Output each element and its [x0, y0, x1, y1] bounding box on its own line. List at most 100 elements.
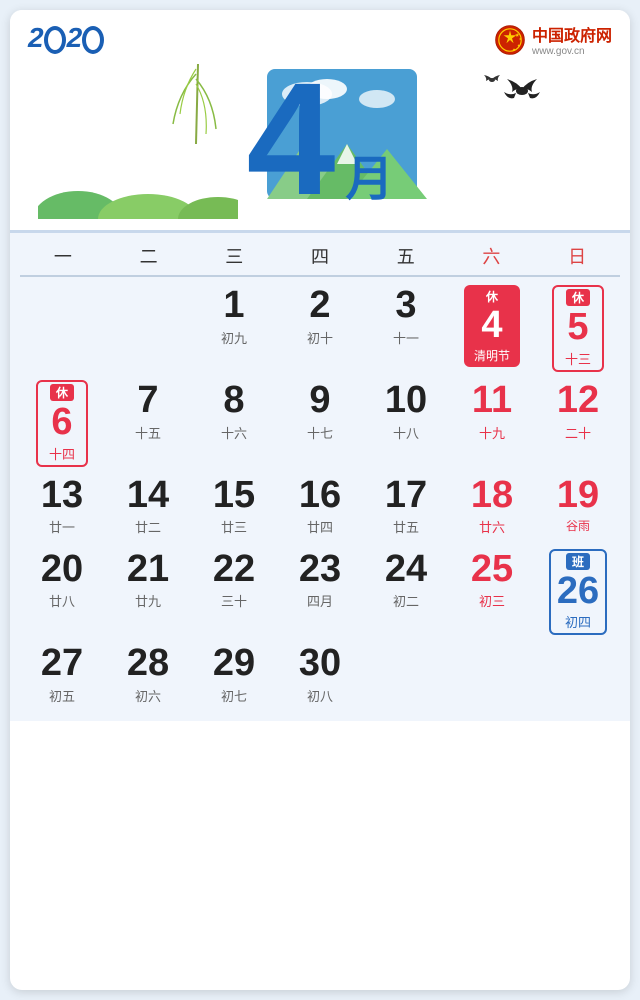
day-number-30: 30: [299, 643, 341, 685]
day-number-7: 7: [137, 380, 158, 422]
willow-decoration: [158, 64, 238, 169]
day-18[interactable]: 18 廿六: [450, 473, 534, 543]
festival-name-4: 清明节: [474, 347, 510, 364]
day-13[interactable]: 13 廿一: [20, 473, 104, 543]
red-box-5: 休 5 十三: [552, 285, 604, 372]
gov-emblem-icon: [494, 24, 526, 56]
holiday-badge-6: 休: [50, 384, 74, 401]
hills-decoration: [38, 164, 238, 224]
blue-box-26: 班 26 初四: [549, 549, 607, 636]
day-number-23: 23: [299, 549, 341, 591]
day-number-6: 6: [51, 402, 72, 444]
gov-url-text: www.gov.cn: [532, 46, 585, 57]
day-number-25: 25: [471, 549, 513, 591]
day-number-12: 12: [557, 380, 599, 422]
day-3[interactable]: 3 十一: [364, 283, 448, 374]
day-empty-end-3: [536, 641, 620, 711]
day-5[interactable]: 休 5 十三: [536, 283, 620, 374]
lunar-9: 十七: [307, 423, 333, 442]
lunar-7: 十五: [135, 423, 161, 442]
gov-text: 中国政府网 www.gov.cn: [532, 22, 612, 57]
day-empty-end-1: [364, 641, 448, 711]
lunar-1: 初九: [221, 328, 247, 347]
day-7[interactable]: 7 十五: [106, 378, 190, 469]
day-10[interactable]: 10 十八: [364, 378, 448, 469]
lunar-12: 二十: [565, 423, 591, 442]
swallow-icon: [472, 74, 552, 124]
day-1[interactable]: 1 初九: [192, 283, 276, 374]
day-number-9: 9: [309, 380, 330, 422]
day-number-20: 20: [41, 549, 83, 591]
day-number-27: 27: [41, 643, 83, 685]
lunar-21: 廿九: [135, 591, 161, 610]
day-12[interactable]: 12 二十: [536, 378, 620, 469]
lunar-25: 初三: [479, 591, 505, 610]
lunar-15: 廿三: [221, 517, 247, 536]
day-17[interactable]: 17 廿五: [364, 473, 448, 543]
day-number-22: 22: [213, 549, 255, 591]
day-number-2: 2: [309, 285, 330, 327]
lunar-26: 初四: [565, 612, 591, 631]
day-25[interactable]: 25 初三: [450, 547, 534, 638]
weekday-thu: 四: [277, 243, 363, 269]
header: 22 中国政府网 www.gov.cn: [10, 10, 630, 230]
weekday-mon: 一: [20, 243, 106, 269]
day-9[interactable]: 9 十七: [278, 378, 362, 469]
day-number-13: 13: [41, 475, 83, 517]
lunar-20: 廿八: [49, 591, 75, 610]
holiday-badge-4: 休: [486, 288, 498, 305]
day-19[interactable]: 19 谷雨: [536, 473, 620, 543]
weekday-tue: 二: [106, 243, 192, 269]
big-month-number: 4: [247, 59, 336, 219]
day-29[interactable]: 29 初七: [192, 641, 276, 711]
day-24[interactable]: 24 初二: [364, 547, 448, 638]
day-number-15: 15: [213, 475, 255, 517]
day-number-5: 5: [567, 307, 588, 349]
day-number-29: 29: [213, 643, 255, 685]
day-15[interactable]: 15 廿三: [192, 473, 276, 543]
lunar-29: 初七: [221, 686, 247, 705]
day-number-21: 21: [127, 549, 169, 591]
day-number-19: 19: [557, 475, 599, 517]
day-16[interactable]: 16 廿四: [278, 473, 362, 543]
day-6[interactable]: 休 6 十四: [20, 378, 104, 469]
qingming-cell: 休 4 清明节: [464, 285, 520, 367]
lunar-11: 十九: [479, 423, 505, 442]
day-empty-end-2: [450, 641, 534, 711]
day-20[interactable]: 20 廿八: [20, 547, 104, 638]
calendar-grid: 1 初九 2 初十 3 十一 休 4 清明节: [20, 283, 620, 711]
day-number-24: 24: [385, 549, 427, 591]
day-21[interactable]: 21 廿九: [106, 547, 190, 638]
lunar-22: 三十: [221, 591, 247, 610]
lunar-10: 十八: [393, 423, 419, 442]
day-number-8: 8: [223, 380, 244, 422]
day-23[interactable]: 23 四月: [278, 547, 362, 638]
day-26[interactable]: 班 26 初四: [536, 547, 620, 638]
day-4[interactable]: 休 4 清明节: [450, 283, 534, 374]
day-14[interactable]: 14 廿二: [106, 473, 190, 543]
lunar-14: 廿二: [135, 517, 161, 536]
weekday-wed: 三: [191, 243, 277, 269]
day-number-16: 16: [299, 475, 341, 517]
lunar-2: 初十: [307, 328, 333, 347]
day-number-11: 11: [472, 380, 512, 422]
lunar-27: 初五: [49, 686, 75, 705]
day-number-4: 4: [481, 305, 502, 347]
weekday-fri: 五: [363, 243, 449, 269]
day-8[interactable]: 8 十六: [192, 378, 276, 469]
day-30[interactable]: 30 初八: [278, 641, 362, 711]
lunar-5: 十三: [565, 349, 591, 368]
day-2[interactable]: 2 初十: [278, 283, 362, 374]
calendar-page: 22 中国政府网 www.gov.cn: [10, 10, 630, 990]
day-22[interactable]: 22 三十: [192, 547, 276, 638]
lunar-19: 谷雨: [566, 517, 590, 534]
month-display: 4 月: [28, 59, 612, 219]
lunar-23: 四月: [307, 591, 333, 610]
day-number-18: 18: [471, 475, 513, 517]
day-number-10: 10: [385, 380, 427, 422]
lunar-6: 十四: [49, 444, 75, 463]
day-11[interactable]: 11 十九: [450, 378, 534, 469]
day-28[interactable]: 28 初六: [106, 641, 190, 711]
lunar-24: 初二: [393, 591, 419, 610]
day-27[interactable]: 27 初五: [20, 641, 104, 711]
